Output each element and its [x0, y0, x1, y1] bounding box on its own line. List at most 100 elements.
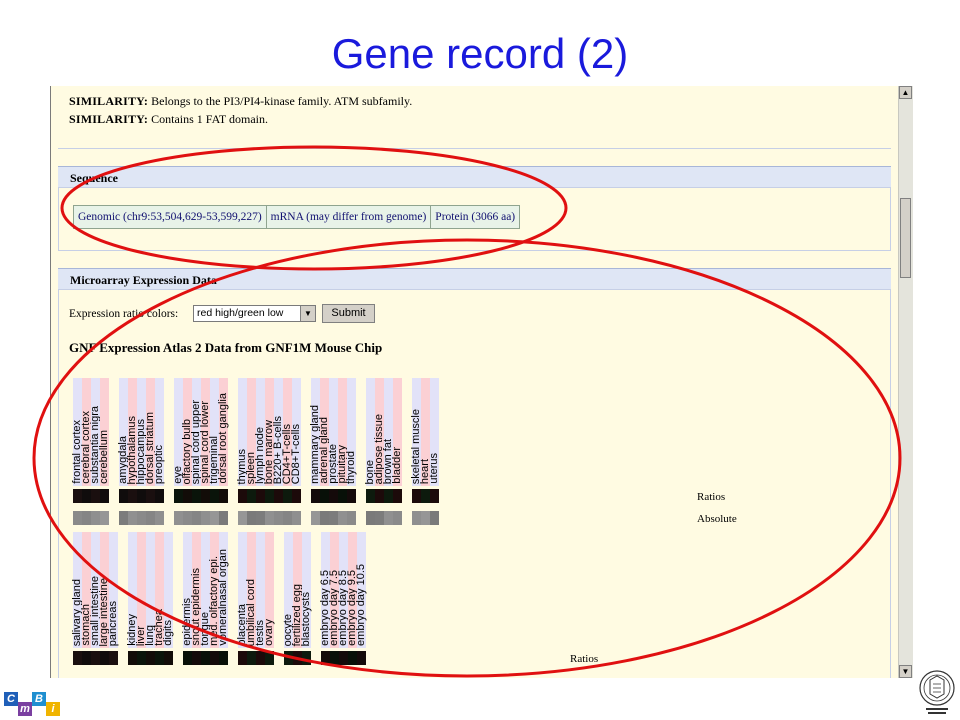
logo-letter: C — [4, 692, 18, 706]
section-divider — [58, 148, 891, 149]
absolute-cell — [338, 511, 347, 525]
slide-title: Gene record (2) — [331, 30, 629, 77]
ratio-cell — [137, 489, 146, 503]
ratio-cell — [347, 489, 356, 503]
ratio-cell — [247, 489, 256, 503]
absolute-cell — [238, 511, 247, 525]
absolute-cell — [384, 511, 393, 525]
ratio-cell — [292, 489, 301, 503]
tissue-label: cerebellum — [98, 430, 110, 484]
ratio-cell — [265, 651, 274, 665]
absolute-cell — [201, 511, 210, 525]
tissue-label: preoptic — [153, 444, 165, 484]
ratio-cell — [384, 489, 393, 503]
ratio-cell — [201, 651, 210, 665]
tissue-column: pancreas — [107, 532, 119, 648]
absolute-cell — [247, 511, 256, 525]
tissue-column: thyroid — [345, 378, 357, 486]
ratio-cell — [219, 651, 228, 665]
ratio-cell — [73, 489, 82, 503]
ratios-label: Ratios — [697, 491, 726, 503]
similarity-text: Contains 1 FAT domain. — [151, 112, 269, 126]
absolute-cell — [366, 511, 375, 525]
ratio-cell — [238, 489, 247, 503]
sequence-links-table: Genomic (chr9:53,504,629-53,599,227) mRN… — [73, 205, 521, 229]
vertical-scrollbar[interactable]: ▲ ▼ — [898, 86, 913, 678]
ratio-cell — [274, 489, 283, 503]
ratio-cell — [219, 489, 228, 503]
ratio-cell — [348, 651, 357, 665]
ratio-cell — [146, 651, 155, 665]
absolute-cell — [393, 511, 402, 525]
logo-letter: m — [18, 702, 32, 716]
absolute-cell — [256, 511, 265, 525]
ratio-cell — [73, 651, 82, 665]
similarity-text: Belongs to the PI3/PI4-kinase family. AT… — [151, 94, 413, 108]
absolute-cell — [283, 511, 292, 525]
scroll-down-arrow-icon[interactable]: ▼ — [899, 665, 912, 678]
ratio-cell — [293, 651, 302, 665]
ratio-cell — [192, 651, 201, 665]
tissue-label: dorsal root ganglia — [217, 393, 229, 484]
ratio-cell — [128, 489, 137, 503]
protein-link[interactable]: Protein (3066 aa) — [431, 206, 520, 228]
ratio-cell — [238, 651, 247, 665]
tissue-label: uterus — [428, 453, 440, 484]
scroll-up-arrow-icon[interactable]: ▲ — [899, 86, 912, 99]
ratio-cell — [329, 489, 338, 503]
ratio-cell — [210, 489, 219, 503]
ratio-cell — [430, 489, 439, 503]
ratio-cell — [155, 651, 164, 665]
absolute-cell — [137, 511, 146, 525]
ratio-cell — [91, 651, 100, 665]
submit-button[interactable]: Submit — [322, 304, 375, 323]
absolute-cell — [73, 511, 82, 525]
similarity-label: SIMILARITY: — [69, 112, 149, 126]
tissue-label: pancreas — [107, 600, 119, 646]
expression-ratio-colors-label: Expression ratio colors: — [69, 308, 179, 320]
tissue-label: bladder — [391, 447, 403, 484]
absolute-cell — [292, 511, 301, 525]
absolute-cell — [219, 511, 228, 525]
ratio-cell — [109, 651, 118, 665]
tissue-column: preoptic — [153, 378, 165, 486]
tissue-column: vomeralnasal organ — [217, 532, 229, 648]
ratio-cell — [366, 489, 375, 503]
ratio-cell — [119, 489, 128, 503]
atlas-title: GNF Expression Atlas 2 Data from GNF1M M… — [69, 340, 383, 355]
similarity-line-1: SIMILARITY: Belongs to the PI3/PI4-kinas… — [69, 94, 412, 109]
ratio-cell — [311, 489, 320, 503]
ratio-cell — [155, 489, 164, 503]
similarity-line-2: SIMILARITY: Contains 1 FAT domain. — [69, 112, 268, 127]
tissue-column: embryo day 10.5 — [355, 532, 367, 648]
ratio-cell — [100, 651, 109, 665]
absolute-cell — [421, 511, 430, 525]
absolute-cell — [155, 511, 164, 525]
ratio-cell — [82, 489, 91, 503]
ratio-cell — [256, 489, 265, 503]
absolute-cell — [329, 511, 338, 525]
mrna-link[interactable]: mRNA (may differ from genome) — [266, 206, 432, 228]
sequence-panel-header: Sequence — [58, 166, 891, 188]
absolute-cell — [91, 511, 100, 525]
tissue-column: blastocysts — [300, 532, 312, 648]
tissue-column: bladder — [391, 378, 403, 486]
tissue-label: embryo day 10.5 — [355, 564, 367, 646]
ratio-cell — [91, 489, 100, 503]
ratio-cell — [421, 489, 430, 503]
tissue-column: cerebellum — [98, 378, 110, 486]
select-value: red high/green low — [197, 307, 284, 319]
expression-ratio-colors-select[interactable]: red high/green low ▼ — [193, 305, 316, 322]
dropdown-arrow-icon[interactable]: ▼ — [300, 306, 315, 321]
absolute-cell — [320, 511, 329, 525]
ratio-cell — [183, 651, 192, 665]
tissue-column: uterus — [428, 378, 440, 486]
absolute-cell — [119, 511, 128, 525]
scrollbar-thumb[interactable] — [900, 198, 911, 278]
tissue-label: thyroid — [345, 450, 357, 484]
ratio-cell — [302, 651, 311, 665]
ratio-cell — [283, 489, 292, 503]
genomic-link[interactable]: Genomic (chr9:53,504,629-53,599,227) — [74, 206, 267, 228]
ratio-cell — [375, 489, 384, 503]
ratio-cell — [164, 651, 173, 665]
